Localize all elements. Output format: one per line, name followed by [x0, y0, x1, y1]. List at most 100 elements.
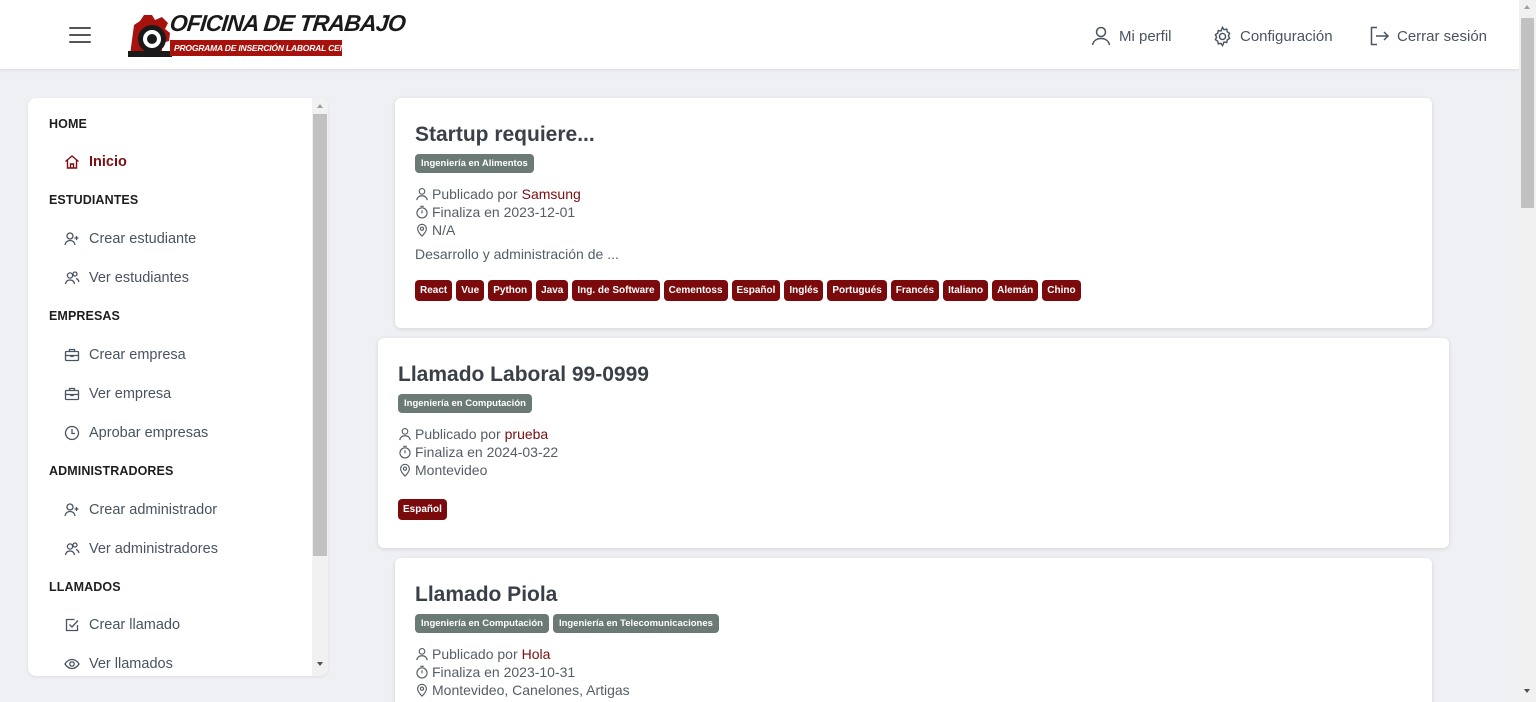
- publisher-line: Publicado por Samsung: [415, 185, 581, 203]
- end-date: 2023-10-31: [503, 664, 576, 680]
- stopwatch-icon: [416, 665, 428, 679]
- users-icon: [64, 542, 80, 556]
- job-title[interactable]: Llamado Laboral 99-0999: [398, 363, 649, 387]
- skill-tag: Python: [488, 280, 533, 301]
- user-plus-icon: [64, 503, 79, 517]
- sidebar-item-label: Ver administradores: [89, 541, 218, 557]
- sidebar-item-crear-empresa[interactable]: Crear empresa: [64, 343, 186, 367]
- published-by-label: Publicado por: [415, 426, 501, 442]
- career-tag: Ingeniería en Computación: [398, 394, 532, 413]
- skill-tag: Java: [536, 280, 569, 301]
- job-card[interactable]: Llamado Laboral 99-0999 Ingeniería en Co…: [378, 338, 1449, 548]
- sidebar-section-llamados: LLAMADOS: [49, 580, 121, 594]
- logout-label: Cerrar sesión: [1397, 27, 1488, 45]
- skill-tag: Chino: [1042, 280, 1081, 301]
- skill-tag: Italiano: [943, 280, 989, 301]
- location-line: N/A: [415, 221, 455, 239]
- publisher-link[interactable]: Samsung: [522, 186, 581, 202]
- job-title[interactable]: Llamado Piola: [415, 583, 557, 607]
- settings-link[interactable]: Configuración: [1211, 24, 1333, 48]
- location: Montevideo, Canelones, Artigas: [432, 682, 630, 698]
- sidebar-item-ver-estudiantes[interactable]: Ver estudiantes: [64, 266, 189, 290]
- user-icon: [399, 428, 411, 441]
- page-scrollbar-thumb[interactable]: [1521, 18, 1534, 208]
- gear-icon: [1214, 25, 1231, 47]
- sidebar-item-label: Inicio: [89, 154, 127, 170]
- sidebar-section-home: HOME: [49, 117, 87, 131]
- end-date-line: Finaliza en 2023-10-31: [415, 663, 575, 681]
- stopwatch-icon: [416, 205, 428, 219]
- clock-icon: [64, 425, 80, 441]
- job-card[interactable]: Startup requiere... Ingeniería en Alimen…: [395, 98, 1432, 328]
- end-date: 2024-03-22: [486, 444, 559, 460]
- users-icon: [64, 271, 80, 285]
- sidebar-item-label: Crear llamado: [89, 617, 181, 633]
- published-by-label: Publicado por: [432, 186, 518, 202]
- job-title[interactable]: Startup requiere...: [415, 123, 595, 147]
- sidebar-scrollbar-thumb[interactable]: [313, 114, 327, 556]
- location: N/A: [432, 222, 456, 238]
- scroll-down-arrow-icon[interactable]: [317, 662, 323, 666]
- skill-tags: React Vue Python Java Ing. de Software C…: [415, 280, 1081, 301]
- sidebar-item-aprobar-empresas[interactable]: Aprobar empresas: [64, 421, 208, 445]
- skill-tag: React: [415, 280, 453, 301]
- scroll-up-arrow-icon[interactable]: [317, 104, 323, 108]
- sidebar-item-ver-llamados[interactable]: Ver llamados: [64, 652, 173, 676]
- sidebar-section-empresas: EMPRESAS: [49, 309, 120, 323]
- sidebar-item-label: Ver empresa: [89, 386, 172, 402]
- sidebar-item-crear-estudiante[interactable]: Crear estudiante: [64, 227, 196, 251]
- location-pin-icon: [400, 463, 410, 477]
- sidebar-section-administradores: ADMINISTRADORES: [49, 464, 174, 478]
- profile-label: Mi perfil: [1119, 27, 1172, 45]
- location-line: Montevideo: [398, 461, 487, 479]
- sidebar-item-label: Ver estudiantes: [89, 270, 189, 286]
- settings-label: Configuración: [1240, 27, 1333, 45]
- published-by-label: Publicado por: [432, 646, 518, 662]
- sidebar-item-inicio[interactable]: Inicio: [64, 150, 127, 174]
- skill-tag: Español: [731, 280, 781, 301]
- location: Montevideo: [415, 462, 488, 478]
- job-card[interactable]: Llamado Piola Ingeniería en Computación …: [395, 558, 1432, 702]
- sidebar-item-crear-llamado[interactable]: Crear llamado: [64, 613, 180, 637]
- menu-icon[interactable]: [69, 27, 91, 43]
- skill-tag: Español: [398, 499, 447, 520]
- user-plus-icon: [64, 232, 79, 246]
- skill-tag: Francés: [890, 280, 940, 301]
- ends-on-label: Finaliza en: [415, 444, 483, 460]
- page-scroll-up-arrow-icon[interactable]: [1524, 5, 1530, 9]
- sidebar-item-ver-empresa[interactable]: Ver empresa: [64, 382, 171, 406]
- checkbox-icon: [65, 618, 79, 632]
- location-line: Montevideo, Canelones, Artigas: [415, 681, 630, 699]
- skill-tags: Español: [398, 499, 447, 520]
- skill-tag: Alemán: [992, 280, 1039, 301]
- logout-icon: [1370, 26, 1390, 46]
- publisher-link[interactable]: Hola: [522, 646, 551, 662]
- end-date-line: Finaliza en 2023-12-01: [415, 203, 575, 221]
- career-tags: Ingeniería en Alimentos: [415, 154, 534, 173]
- ends-on-label: Finaliza en: [432, 664, 500, 680]
- skill-tag: Inglés: [784, 280, 824, 301]
- logo-title: OFICINA DE TRABAJO: [168, 10, 407, 36]
- skill-tag: Vue: [456, 280, 485, 301]
- career-tag: Ingeniería en Computación: [415, 614, 549, 633]
- sidebar-item-label: Crear empresa: [89, 347, 186, 363]
- publisher-link[interactable]: prueba: [505, 426, 549, 442]
- stopwatch-icon: [399, 445, 411, 459]
- career-tags: Ingeniería en Computación Ingeniería en …: [415, 614, 719, 633]
- publisher-line: Publicado por Hola: [415, 645, 550, 663]
- logout-link[interactable]: Cerrar sesión: [1367, 24, 1487, 48]
- home-icon: [65, 155, 79, 169]
- page-scroll-down-arrow-icon[interactable]: [1524, 689, 1530, 693]
- sidebar-section-estudiantes: ESTUDIANTES: [49, 193, 139, 207]
- end-date-line: Finaliza en 2024-03-22: [398, 443, 558, 461]
- career-tags: Ingeniería en Computación: [398, 394, 532, 413]
- sidebar-item-crear-administrador[interactable]: Crear administrador: [64, 498, 217, 522]
- logo[interactable]: OFICINA DE TRABAJO PROGRAMA DE INSERCIÓN…: [124, 10, 407, 60]
- top-header: OFICINA DE TRABAJO PROGRAMA DE INSERCIÓN…: [0, 0, 1519, 70]
- career-tag: Ingeniería en Telecomunicaciones: [552, 614, 719, 633]
- user-icon: [1091, 26, 1111, 46]
- user-icon: [416, 648, 428, 661]
- skill-tag: Ing. de Software: [572, 280, 660, 301]
- sidebar-item-ver-administradores[interactable]: Ver administradores: [64, 537, 218, 561]
- profile-link[interactable]: Mi perfil: [1089, 24, 1172, 48]
